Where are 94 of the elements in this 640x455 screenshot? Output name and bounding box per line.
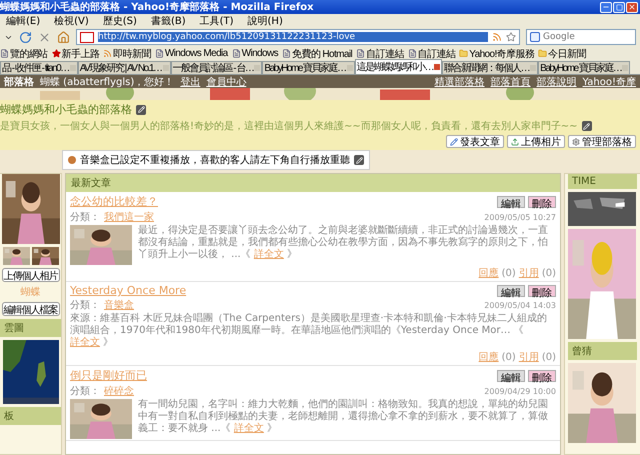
- edit-button[interactable]: 編輯: [497, 284, 525, 296]
- star-icon: [52, 49, 61, 58]
- star-icon[interactable]: [506, 32, 516, 42]
- delete-button[interactable]: 刪除: [528, 284, 556, 296]
- page-icon: [408, 49, 417, 58]
- page-icon: [154, 49, 164, 58]
- url-text: http://tw.myblog.yahoo.com/lb51209131122231123-love: [98, 32, 488, 42]
- panel-heading: 曾猜: [568, 342, 637, 360]
- menu-item[interactable]: 說明(H): [248, 14, 283, 28]
- section-heading: 最新文章: [66, 174, 560, 192]
- browser-tab[interactable]: BabyHome 寶貝家庭…: [538, 61, 630, 74]
- pencil-icon: [450, 138, 458, 146]
- page-icon: [232, 49, 241, 58]
- edit-button[interactable]: 編輯: [497, 370, 525, 382]
- browser-tab[interactable]: BabyHome 寶貝家庭…: [262, 61, 355, 74]
- trackback-count: (0): [542, 268, 556, 278]
- bookmark[interactable]: 免費的 Hotmail: [282, 46, 352, 60]
- bookmark[interactable]: 新手上路: [52, 46, 100, 60]
- gear-icon: [572, 138, 580, 146]
- notice-text: 音樂盒已設定不重複播放，喜歡的客人請左下角自行播放重聽: [80, 154, 350, 167]
- edit-icon[interactable]: [582, 121, 592, 131]
- browser-tab[interactable]: 聯合新聞網：每個人…: [442, 61, 538, 74]
- feed-icon: [103, 49, 112, 58]
- post-date: 2009/04/29 10:00: [484, 386, 556, 396]
- bookmark[interactable]: 即時新聞: [103, 46, 151, 60]
- header-action-button[interactable]: 發表文章: [446, 135, 504, 148]
- bookmark[interactable]: 今日新聞: [538, 46, 586, 60]
- header-action-button[interactable]: 管理部落格: [568, 135, 636, 148]
- upload-icon: [511, 138, 519, 146]
- site-link[interactable]: 精選部落格: [434, 75, 485, 88]
- browser-tab[interactable]: 品 - 收件匣 - titan0…: [0, 61, 78, 74]
- panel-heading: TIME: [568, 174, 637, 189]
- site-link[interactable]: 部落說明: [536, 75, 577, 88]
- comment-count: (0): [502, 352, 516, 362]
- edit-icon[interactable]: [136, 104, 146, 114]
- category-label: 分類：: [70, 384, 100, 398]
- menu-item[interactable]: 書籤(B): [150, 14, 186, 28]
- address-field[interactable]: http://tw.myblog.yahoo.com/lb51209131122231123-love: [76, 29, 520, 45]
- brand-text: 部落格: [4, 76, 34, 88]
- maximize-button[interactable]: [613, 2, 625, 12]
- feed-icon[interactable]: [492, 32, 502, 42]
- menu-item[interactable]: 編輯(E): [6, 14, 40, 28]
- post-excerpt: 有一間幼兒園，名字叫：維力大乾麵，他們的園訓叫：格物致知。我真的想說，單純的幼兒園中有一對自私自利到極點的夫妻，老師想離開，還得擔心拿不拿的到薪水，要不就算了，算做義工：要不就身 ...《 詳全文 》: [138, 399, 549, 435]
- minimize-button[interactable]: [600, 2, 612, 12]
- bookmark[interactable]: 覽的網站: [0, 46, 48, 60]
- edit-profile-button[interactable]: 編輯個人檔案: [2, 302, 60, 316]
- blog-description: 是寶貝女孩，一個女人與一個男人的部落格!奇妙的是，這裡由這個男人來維護~~而那個女人呢，負責看，還有去別人家串門子~~: [0, 120, 578, 133]
- post-date: 2009/05/05 10:27: [484, 212, 556, 222]
- post-excerpt: 最近，得決定是否要讓丫頭去念公幼了。之前與老婆就斷斷續續，非正式的討論過幾次，一直都沒有結論，重點就是，我們都有些擔心公幼在教學方面，因為不事先教寫字的原則之下，怕丫頭升上小一以後， ...《 詳全文 》: [138, 225, 549, 261]
- stop-icon[interactable]: [38, 30, 51, 44]
- delete-button[interactable]: 刪除: [528, 370, 556, 382]
- browser-tab[interactable]: 這是蝴蝶媽媽和小…: [354, 59, 442, 74]
- upload-photo-button[interactable]: 上傳個人相片: [2, 268, 60, 282]
- bookmark[interactable]: Windows Media: [154, 48, 228, 59]
- menu-item[interactable]: 檢視(V): [54, 14, 89, 28]
- home-icon[interactable]: [57, 30, 70, 44]
- bookmark[interactable]: 自訂連結: [408, 46, 456, 60]
- search-engine-icon: [530, 32, 540, 42]
- user-link[interactable]: 登出: [180, 75, 200, 88]
- bookmark[interactable]: 自訂連結: [356, 46, 404, 60]
- greeting-text: 蝴蝶 (abatterflygls)，您好！: [40, 76, 174, 88]
- maximize-icon: [616, 4, 622, 10]
- panel-heading: 板: [0, 407, 61, 425]
- user-link[interactable]: 會員中心: [206, 75, 246, 88]
- site-link[interactable]: Yahoo!奇摩: [582, 75, 636, 88]
- browser-tab[interactable]: 一般會員討論區 - 台…: [170, 61, 262, 74]
- page-icon: [356, 49, 366, 58]
- comment-count: (0): [502, 268, 516, 278]
- close-button[interactable]: [626, 2, 638, 12]
- post-date: 2009/05/04 14:03: [484, 300, 556, 310]
- panel-heading: 雲圖: [0, 319, 61, 337]
- page-icon: [282, 49, 291, 58]
- window-title: 蝴蝶媽媽和小毛蟲的部落格 - Yahoo!奇摩部落格 - Mozilla Firefox: [0, 0, 314, 14]
- reload-icon[interactable]: [19, 30, 32, 44]
- edit-button[interactable]: 編輯: [497, 196, 525, 208]
- category-label: 分類：: [70, 210, 100, 224]
- delete-button[interactable]: 刪除: [528, 196, 556, 208]
- edit-icon[interactable]: [354, 155, 364, 165]
- folder-icon: [538, 49, 548, 58]
- folder-icon: [459, 49, 468, 58]
- trackback-count: (0): [542, 352, 556, 362]
- blog-title: 蝴蝶媽媽和小毛蟲的部落格: [0, 102, 132, 117]
- bookmark[interactable]: Windows: [232, 48, 278, 59]
- search-field[interactable]: Google: [526, 29, 636, 45]
- post-excerpt: 來源：維基百科 木匠兄妹合唱團（The Carpenters）是美國歌星理查·卡本特和凱倫·卡本特兄妹二人組成的演唱組合，1970年代和1980年代初期風靡一時。在華語地區他們演唱的《Yesterday Once Mor… 《 詳全文 》: [70, 313, 548, 349]
- site-icon: [80, 32, 94, 42]
- site-link[interactable]: 部落首頁: [490, 75, 531, 88]
- menu-item[interactable]: 工具(T): [200, 14, 234, 28]
- header-action-button[interactable]: 上傳相片: [507, 135, 565, 148]
- menu-item[interactable]: 歷史(S): [102, 14, 137, 28]
- bookmark[interactable]: Yahoo!奇摩服務: [459, 46, 534, 60]
- browser-tab[interactable]: AV現象研究 | AV No.1…: [78, 61, 171, 74]
- category-label: 分類：: [70, 298, 100, 312]
- page-icon: [0, 49, 9, 58]
